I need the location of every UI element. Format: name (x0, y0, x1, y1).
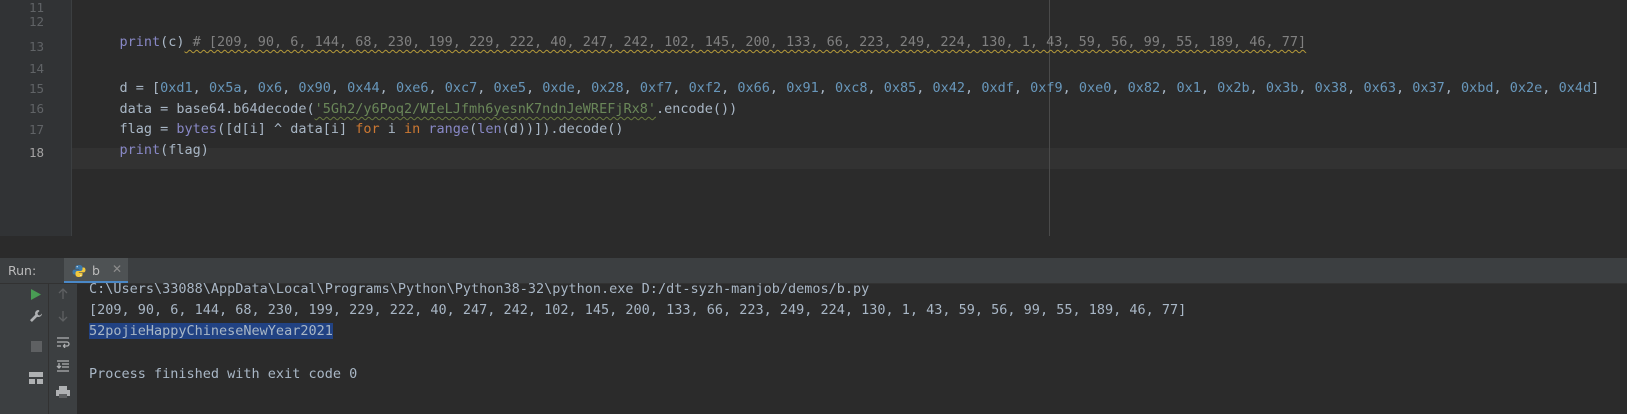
run-tab-b[interactable]: b ✕ (64, 258, 128, 283)
expr-tail: (d))]).decode() (501, 121, 624, 137)
hex-value: 0xbd (1461, 80, 1494, 96)
run-tab-label: b (92, 263, 100, 278)
line-number: 13 (28, 39, 44, 54)
comma: , (769, 80, 787, 96)
line-number: 16 (28, 101, 44, 116)
arrow-up-icon[interactable] (53, 284, 73, 304)
hex-value: 0x2b (1217, 80, 1250, 96)
arrow-down-icon[interactable] (53, 306, 73, 326)
console-flag-output[interactable]: 52pojieHappyChineseNewYear2021 (89, 323, 333, 339)
hex-value: 0x91 (786, 80, 819, 96)
comma: , (1160, 80, 1177, 96)
comma: , (1249, 80, 1266, 96)
line-number: 11 (28, 0, 44, 15)
comma: , (1062, 80, 1079, 96)
hex-value: 0x38 (1314, 80, 1348, 96)
console-exit-message[interactable]: Process finished with exit code 0 (89, 366, 357, 382)
comma: , (1542, 80, 1559, 96)
comma: , (1493, 80, 1510, 96)
list-close: ] (1591, 80, 1600, 96)
hex-value: 0xf9 (1030, 80, 1063, 96)
comma: , (965, 80, 982, 96)
code-editor[interactable]: 11 12 13 14 15 16 17 18 print(c) # [209,… (0, 0, 1627, 236)
builtin-range: range (428, 121, 470, 137)
comma: , (1013, 80, 1031, 96)
hex-value: 0x63 (1363, 80, 1396, 96)
hex-value: 0x37 (1412, 80, 1445, 96)
line-number: 12 (28, 14, 44, 29)
hex-value: 0x1 (1176, 80, 1201, 96)
selected-flag-text[interactable]: 52pojieHappyChineseNewYear2021 (89, 323, 333, 339)
hex-value: 0x66 (737, 80, 770, 96)
line-number-gutter: 11 12 13 14 15 16 17 18 (0, 0, 71, 236)
hex-value: 0xc8 (834, 80, 868, 96)
print-arg: (flag) (160, 142, 209, 158)
scroll-to-end-icon[interactable] (53, 356, 73, 376)
console-list-output[interactable]: [209, 90, 6, 144, 68, 230, 199, 229, 222… (89, 302, 1186, 318)
rerun-icon[interactable] (26, 284, 46, 304)
run-toolbar-secondary (48, 284, 77, 414)
hex-value: 0x85 (883, 80, 917, 96)
comment: # [209, 90, 6, 144, 68, 230, 199, 229, 2… (184, 34, 1307, 50)
comma: , (818, 80, 835, 96)
line-number: 17 (28, 122, 44, 137)
keyword-in: in (404, 121, 421, 137)
python-icon (72, 265, 86, 277)
hex-value: 0x3b (1265, 80, 1299, 96)
paren: ( (469, 121, 478, 137)
layout-icon[interactable] (26, 368, 46, 388)
hex-value: 0x42 (932, 80, 966, 96)
code-line-17[interactable]: print(flag) (87, 120, 209, 180)
gutter-divider (71, 0, 72, 236)
comma: , (1395, 80, 1413, 96)
decode-suffix: .encode()) (655, 101, 738, 117)
comma: , (1444, 80, 1461, 96)
soft-wrap-icon[interactable] (53, 332, 73, 352)
line-number: 14 (28, 61, 44, 76)
hex-value: 0x4d (1558, 80, 1592, 96)
comma: , (867, 80, 884, 96)
wrench-icon[interactable] (26, 306, 46, 326)
comma: , (1111, 80, 1128, 96)
hex-value: 0x2e (1509, 80, 1543, 96)
print-icon[interactable] (53, 382, 73, 402)
close-icon[interactable]: ✕ (112, 262, 122, 276)
line-number-current: 18 (28, 145, 44, 160)
run-toolbar-primary (0, 284, 48, 414)
line-number: 15 (28, 81, 44, 96)
comma: , (1347, 80, 1364, 96)
hex-value: 0xe0 (1078, 80, 1112, 96)
print-arg: (c) (160, 34, 185, 50)
loop-var: i (379, 121, 405, 137)
console-command-line[interactable]: C:\Users\33088\AppData\Local\Programs\Py… (89, 281, 869, 297)
xor-expr: ([d[i] ^ data[i] (217, 121, 356, 137)
builtin-print: print (119, 34, 161, 50)
hex-value: 0x82 (1127, 80, 1161, 96)
keyword-for: for (355, 121, 380, 137)
comma: , (1200, 80, 1218, 96)
comma: , (916, 80, 933, 96)
builtin-len: len (477, 121, 502, 137)
hex-value: 0xdf (981, 80, 1014, 96)
stop-icon[interactable] (26, 336, 46, 356)
builtin-print: print (119, 142, 161, 158)
comma: , (1298, 80, 1315, 96)
run-label: Run: (8, 263, 37, 278)
